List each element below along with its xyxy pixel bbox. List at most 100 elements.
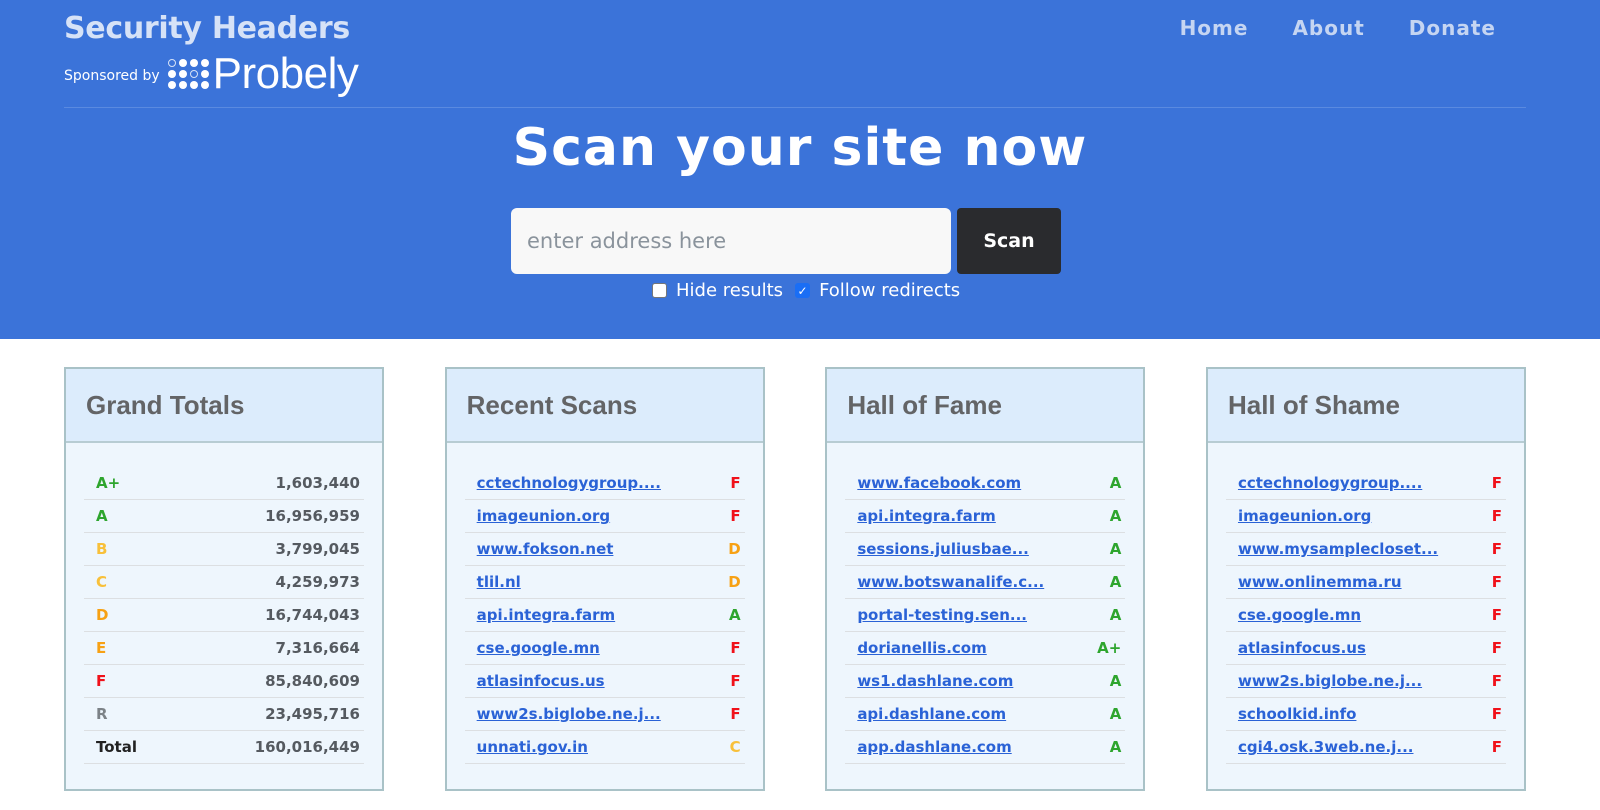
site-row: cctechnologygroup.... F: [1225, 467, 1506, 500]
sponsor-name[interactable]: Probely: [213, 52, 359, 96]
brand[interactable]: Security Headers Sponsored by Probely: [64, 10, 359, 96]
grade-label: E: [96, 639, 107, 657]
address-input[interactable]: [511, 208, 951, 274]
site-link[interactable]: api.integra.farm: [477, 606, 616, 624]
site-link[interactable]: atlasinfocus.us: [1238, 639, 1366, 657]
grade-badge: F: [1491, 639, 1502, 657]
totals-row: B 3,799,045: [84, 533, 364, 566]
site-link[interactable]: app.dashlane.com: [857, 738, 1011, 756]
site-link[interactable]: www.botswanalife.c...: [857, 573, 1044, 591]
grade-badge: F: [1491, 672, 1502, 690]
site-link[interactable]: www2s.biglobe.ne.j...: [1238, 672, 1422, 690]
site-row: www.botswanalife.c... A: [845, 566, 1126, 599]
grade-badge: A: [1109, 507, 1122, 525]
nav-about[interactable]: About: [1292, 16, 1364, 40]
site-row: schoolkid.info F: [1225, 698, 1506, 731]
hall-of-fame-panel: Hall of Fame www.facebook.com Aapi.integr…: [825, 367, 1146, 791]
site-row: app.dashlane.com A: [845, 731, 1126, 764]
totals-row: D 16,744,043: [84, 599, 364, 632]
grade-badge: F: [1491, 738, 1502, 756]
site-link[interactable]: ws1.dashlane.com: [857, 672, 1013, 690]
site-row: cgi4.osk.3web.ne.j... F: [1225, 731, 1506, 764]
grade-badge: F: [730, 639, 741, 657]
site-link[interactable]: www.onlinemma.ru: [1238, 573, 1402, 591]
panel-header: Hall of Fame: [827, 369, 1144, 443]
site-link[interactable]: api.dashlane.com: [857, 705, 1006, 723]
grade-count: 85,840,609: [265, 672, 360, 690]
sponsor-block[interactable]: Sponsored by Probely: [64, 52, 359, 96]
panel-header: Grand Totals: [66, 369, 382, 443]
totals-list: A+ 1,603,440 A 16,956,959 B 3,799,045 C 4,259,9…: [66, 443, 382, 764]
main-nav: Home About Donate: [1180, 16, 1496, 40]
site-link[interactable]: schoolkid.info: [1238, 705, 1356, 723]
site-row: imageunion.org F: [1225, 500, 1506, 533]
site-link[interactable]: cse.google.mn: [477, 639, 600, 657]
site-row: www.fokson.net D: [464, 533, 745, 566]
site-title[interactable]: Security Headers: [64, 10, 350, 48]
site-row: tlil.nl D: [464, 566, 745, 599]
site-row: cse.google.mn F: [1225, 599, 1506, 632]
hide-results-option[interactable]: Hide results: [652, 280, 783, 301]
scan-form: Scan: [511, 208, 1061, 274]
site-row: atlasinfocus.us F: [464, 665, 745, 698]
grade-badge: A: [729, 606, 741, 624]
site-link[interactable]: dorianellis.com: [857, 639, 986, 657]
site-link[interactable]: www2s.biglobe.ne.j...: [477, 705, 661, 723]
stats-panels: Grand Totals A+ 1,603,440 A 16,956,959 B 3,79…: [64, 367, 1526, 791]
site-row: ws1.dashlane.com A: [845, 665, 1126, 698]
grade-badge: F: [1491, 540, 1502, 558]
scan-button[interactable]: Scan: [957, 208, 1061, 274]
site-link[interactable]: tlil.nl: [477, 573, 521, 591]
hall-of-shame-panel: Hall of Shame cctechnologygroup.... Fimag…: [1205, 367, 1526, 791]
total-label: Total: [96, 738, 137, 756]
grade-badge: D: [728, 573, 741, 591]
nav-home[interactable]: Home: [1180, 16, 1249, 40]
grade-badge: D: [728, 540, 741, 558]
site-link[interactable]: api.integra.farm: [857, 507, 996, 525]
recent-scans-list: cctechnologygroup.... Fimageunion.org Fwww…: [447, 443, 763, 764]
site-row: cse.google.mn F: [464, 632, 745, 665]
site-row: www2s.biglobe.ne.j... F: [1225, 665, 1506, 698]
total-count: 160,016,449: [254, 738, 360, 756]
grade-label: R: [96, 705, 108, 723]
site-link[interactable]: imageunion.org: [1238, 507, 1371, 525]
site-link[interactable]: sessions.juliusbae...: [857, 540, 1029, 558]
grade-badge: F: [730, 705, 741, 723]
page-title: Scan your site now: [512, 118, 1088, 178]
grade-count: 3,799,045: [275, 540, 360, 558]
site-link[interactable]: cse.google.mn: [1238, 606, 1361, 624]
site-row: imageunion.org F: [464, 500, 745, 533]
grade-badge: A+: [1097, 639, 1122, 657]
grade-count: 7,316,664: [275, 639, 360, 657]
site-row: www2s.biglobe.ne.j... F: [464, 698, 745, 731]
site-link[interactable]: www.facebook.com: [857, 474, 1021, 492]
follow-redirects-option[interactable]: ✓ Follow redirects: [795, 280, 960, 301]
grade-badge: F: [730, 507, 741, 525]
site-row: www.onlinemma.ru F: [1225, 566, 1506, 599]
site-link[interactable]: atlasinfocus.us: [477, 672, 605, 690]
totals-row: A+ 1,603,440: [84, 467, 364, 500]
follow-redirects-label: Follow redirects: [819, 280, 961, 301]
site-link[interactable]: cctechnologygroup....: [1238, 474, 1422, 492]
site-link[interactable]: portal-testing.sen...: [857, 606, 1027, 624]
site-link[interactable]: unnati.gov.in: [477, 738, 588, 756]
site-link[interactable]: www.mysamplecloset...: [1238, 540, 1438, 558]
grade-badge: A: [1109, 606, 1122, 624]
grade-badge: F: [1491, 606, 1502, 624]
site-row: www.mysamplecloset... F: [1225, 533, 1506, 566]
probely-logo-icon: [167, 59, 209, 89]
follow-redirects-checkbox[interactable]: ✓: [795, 283, 811, 298]
hide-results-checkbox[interactable]: [652, 283, 667, 298]
site-link[interactable]: cgi4.osk.3web.ne.j...: [1238, 738, 1414, 756]
site-link[interactable]: imageunion.org: [477, 507, 610, 525]
totals-row-total: Total 160,016,449: [84, 731, 364, 764]
site-link[interactable]: cctechnologygroup....: [477, 474, 661, 492]
site-row: cctechnologygroup.... F: [464, 467, 745, 500]
scan-options: Hide results ✓ Follow redirects: [652, 280, 972, 301]
totals-row: F 85,840,609: [84, 665, 364, 698]
nav-donate[interactable]: Donate: [1409, 16, 1496, 40]
site-link[interactable]: www.fokson.net: [477, 540, 614, 558]
totals-row: A 16,956,959: [84, 500, 364, 533]
grade-label: C: [96, 573, 108, 591]
grade-label: F: [96, 672, 107, 690]
